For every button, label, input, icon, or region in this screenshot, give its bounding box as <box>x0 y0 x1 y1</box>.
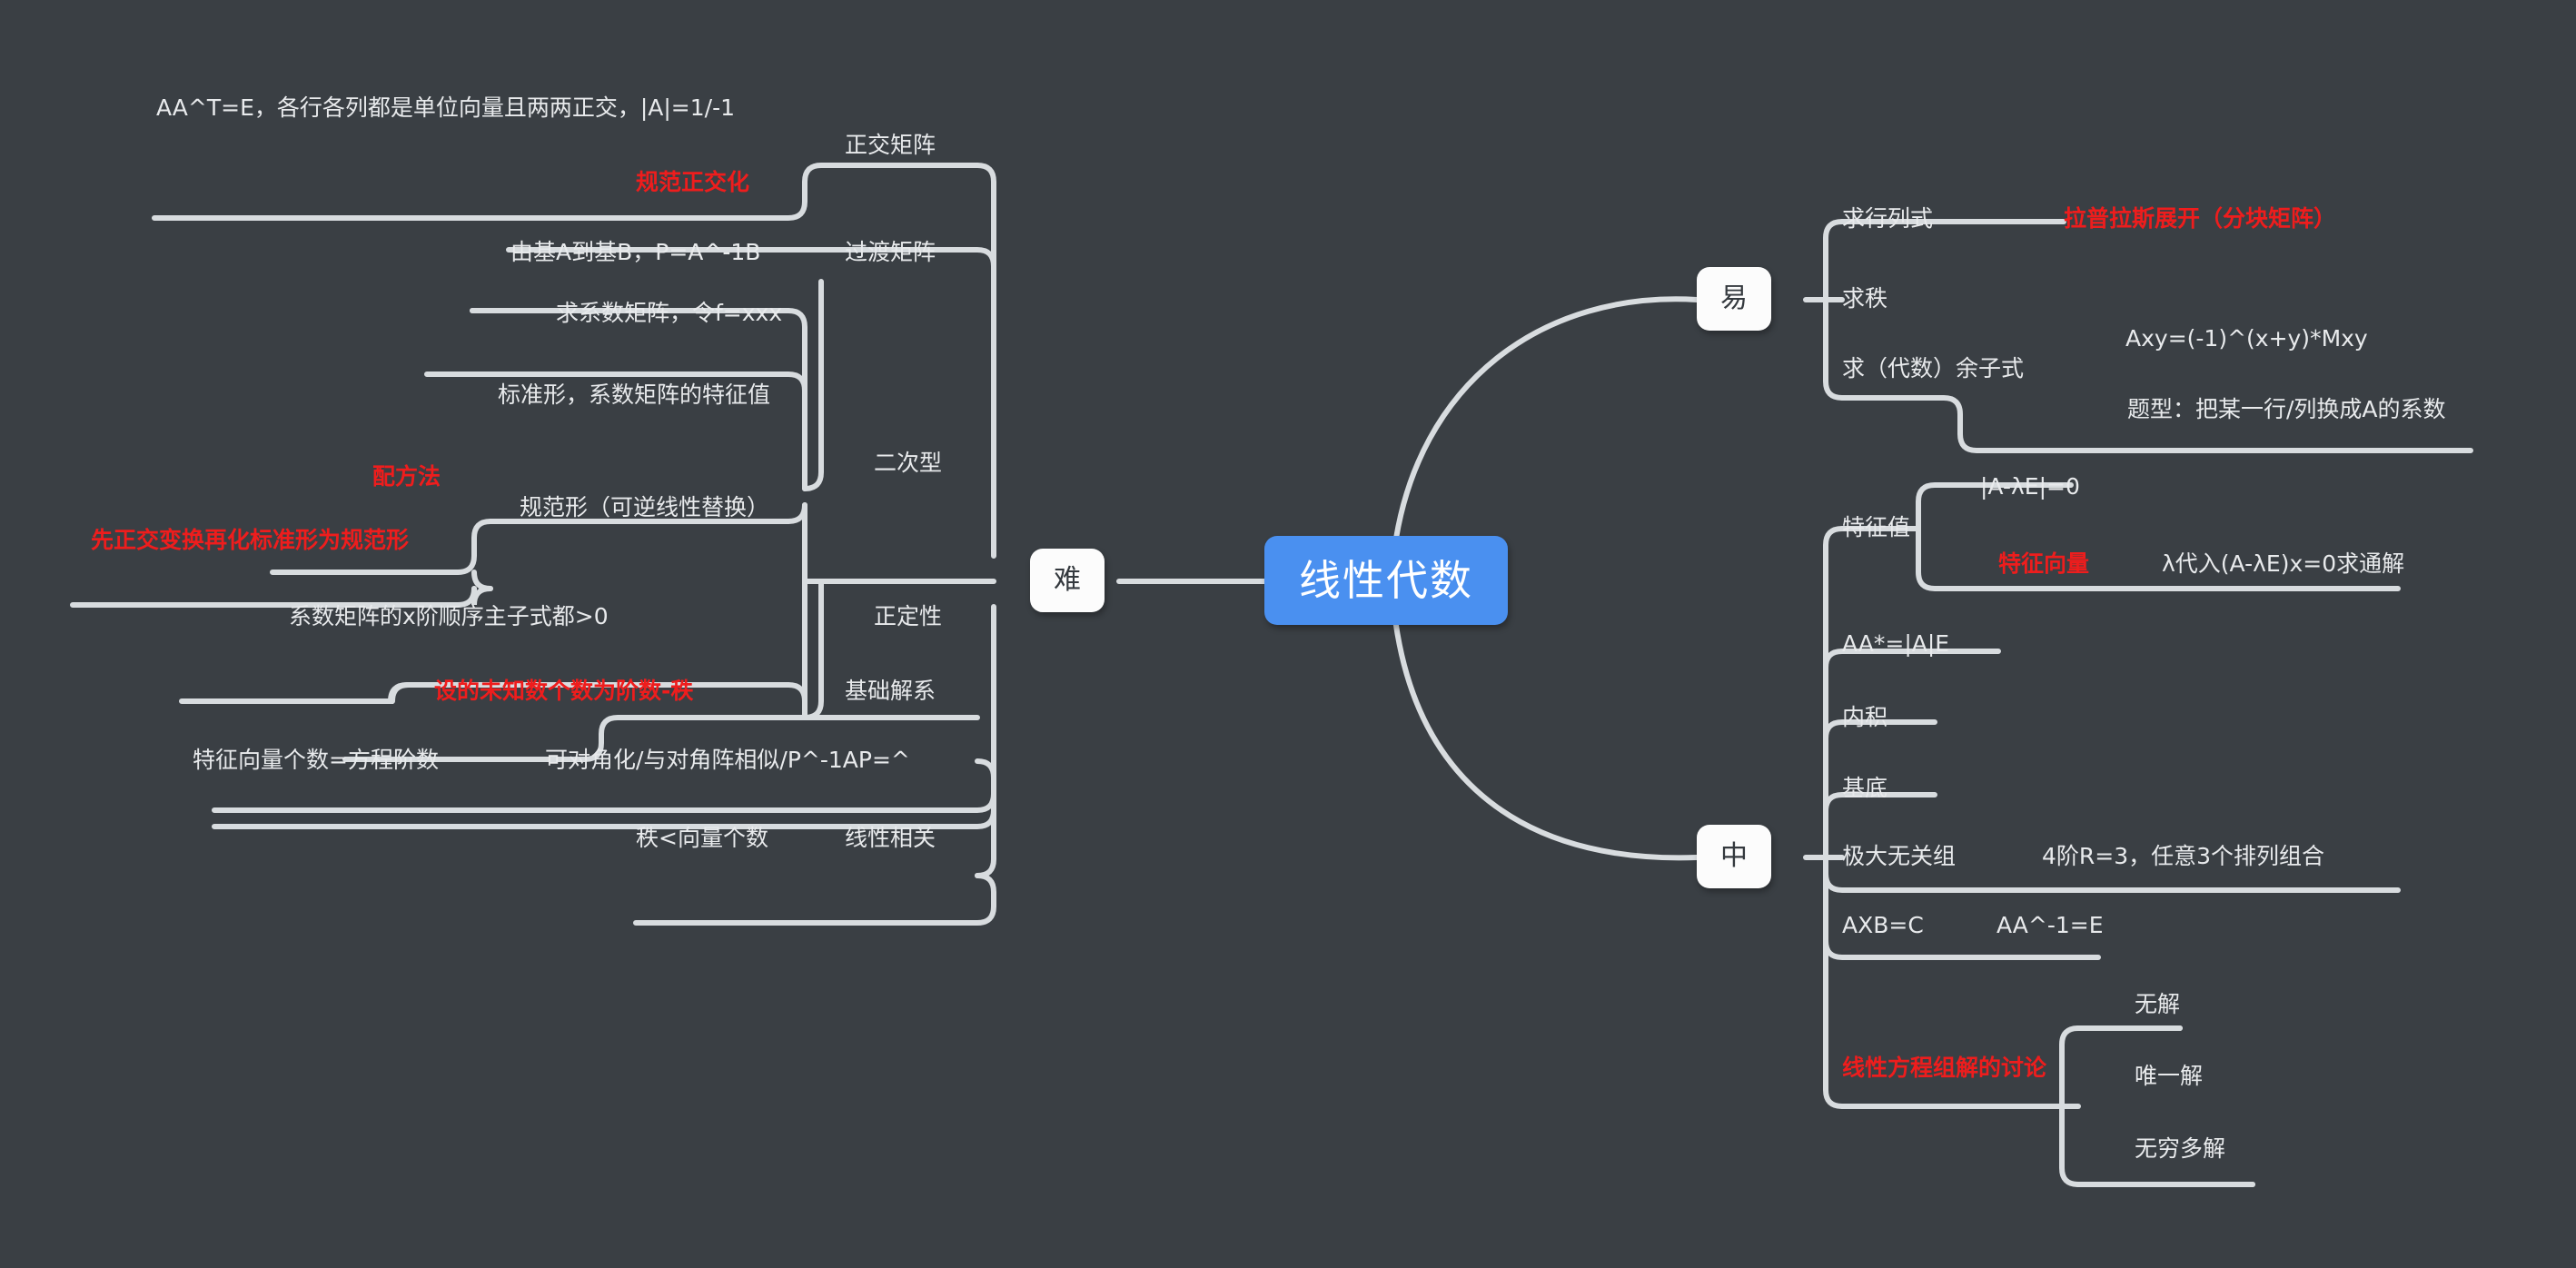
note-positive-definite: 系数矩阵的x阶顺序主子式都>0 <box>289 603 609 629</box>
note-rank-less-than-vectors: 秩<向量个数 <box>636 825 768 851</box>
topic-maximal-independent-set[interactable]: 极大无关组 <box>1842 845 1956 867</box>
solution-unique[interactable]: 唯一解 <box>2135 1065 2203 1087</box>
accent-completing-square: 配方法 <box>372 463 441 490</box>
detail-cofactor-problem-type: 题型：把某一行/列换成A的系数 <box>2127 396 2446 422</box>
topic-eigenvalue[interactable]: 特征值 <box>1842 516 1910 539</box>
quadratic-coefficient-matrix[interactable]: 求系数矩阵，令f=xxx <box>556 302 782 324</box>
root-node[interactable]: 线性代数 <box>1264 536 1508 625</box>
note-eigenvector-general-solution: λ代入(A-λE)x=0求通解 <box>2162 550 2405 577</box>
topic-quadratic-form[interactable]: 二次型 <box>874 451 942 474</box>
solution-none[interactable]: 无解 <box>2135 993 2180 1015</box>
note-orthogonal-matrix: AA^T=E，各行各列都是单位向量且两两正交，|A|=1/-1 <box>156 94 736 121</box>
topic-linear-dependence[interactable]: 线性相关 <box>845 827 936 849</box>
topic-transition-matrix[interactable]: 过渡矩阵 <box>845 241 936 263</box>
topic-determinant[interactable]: 求行列式 <box>1842 207 1933 230</box>
note-transition-matrix: 由基A到基B，P=A^-1B <box>510 239 761 265</box>
quadratic-positive-definite[interactable]: 正定性 <box>874 605 942 628</box>
quadratic-standard-form[interactable]: 标准形，系数矩阵的特征值 <box>498 383 770 406</box>
note-inverse-identity: AA^-1=E <box>1996 912 2104 938</box>
accent-fundamental-solution-count: 设的未知数个数为阶数-秩 <box>434 678 694 704</box>
solution-infinite[interactable]: 无穷多解 <box>2135 1137 2225 1160</box>
note-maximal-independent-example: 4阶R=3，任意3个排列组合 <box>2042 843 2325 869</box>
topic-adjugate-identity[interactable]: AA*=|A|E <box>1842 632 1949 655</box>
mindmap-canvas: 线性代数 难 易 中 AA^T=E，各行各列都是单位向量且两两正交，|A|=1/… <box>0 0 2576 1268</box>
topic-basis[interactable]: 基底 <box>1842 777 1887 799</box>
branch-easy[interactable]: 易 <box>1697 267 1771 331</box>
accent-laplace-expansion: 拉普拉斯展开（分块矩阵） <box>2064 205 2337 232</box>
accent-orthogonal-then-canonical: 先正交变换再化标准形为规范形 <box>91 527 410 553</box>
topic-rank[interactable]: 求秩 <box>1842 287 1887 310</box>
branch-hard[interactable]: 难 <box>1030 549 1105 612</box>
topic-fundamental-solution-system[interactable]: 基础解系 <box>845 679 936 702</box>
topic-orthogonal-matrix[interactable]: 正交矩阵 <box>845 134 936 156</box>
branch-medium[interactable]: 中 <box>1697 825 1771 888</box>
accent-orthonormalization: 规范正交化 <box>636 169 750 195</box>
topic-cofactor[interactable]: 求（代数）余子式 <box>1842 357 2024 380</box>
topic-inner-product[interactable]: 内积 <box>1842 706 1887 728</box>
note-cofactor-formula: Axy=(-1)^(x+y)*Mxy <box>2125 325 2368 352</box>
topic-matrix-equation[interactable]: AXB=C <box>1842 914 1924 936</box>
accent-eigenvector: 特征向量 <box>1998 550 2090 577</box>
quadratic-canonical-form[interactable]: 规范形（可逆线性替换） <box>520 496 769 519</box>
note-eigenvector-count: 特征向量个数=方程阶数 <box>193 747 439 773</box>
accent-linear-system-solutions: 线性方程组解的讨论 <box>1842 1055 2047 1081</box>
note-characteristic-equation: |A-λE|=0 <box>1980 473 2080 500</box>
topic-diagonalizable[interactable]: 可对角化/与对角阵相似/P^-1AP=^ <box>545 748 910 771</box>
